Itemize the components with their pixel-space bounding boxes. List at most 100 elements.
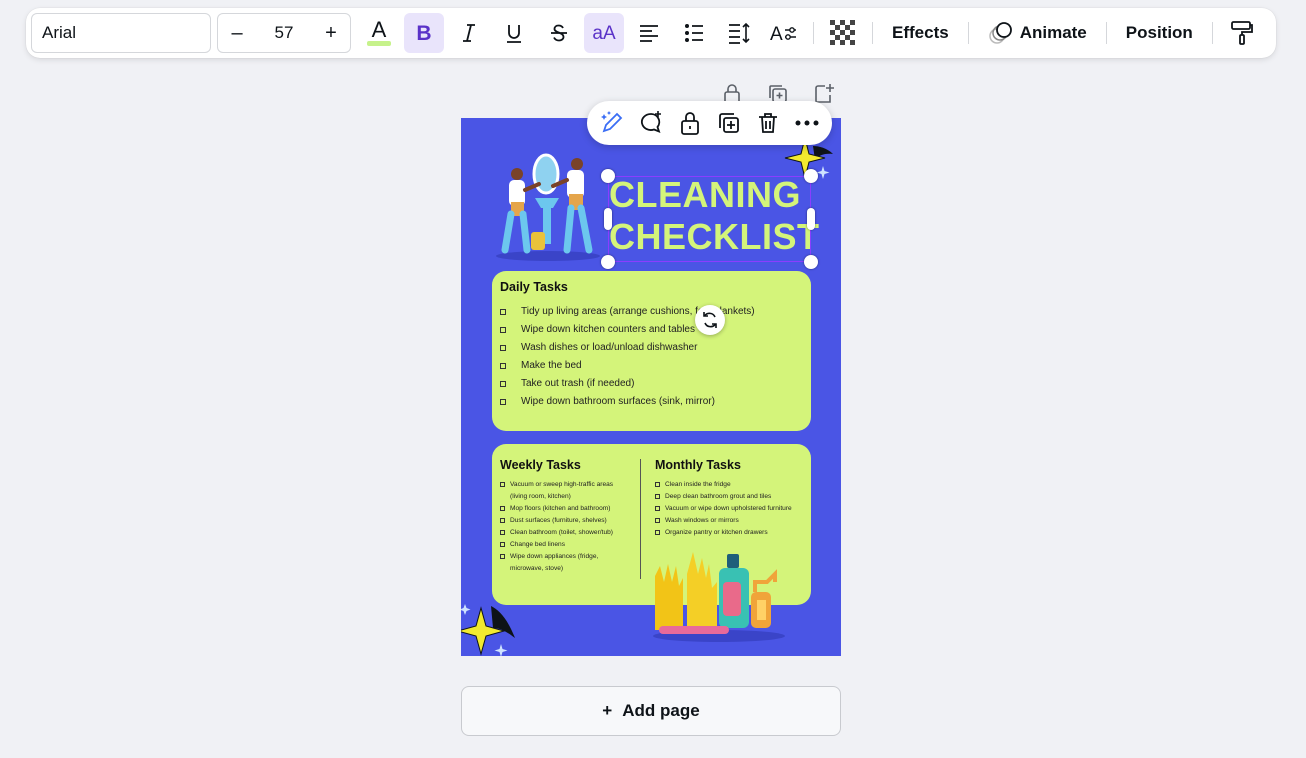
spacing-button[interactable] (719, 13, 759, 53)
list-item: Make the bed (500, 357, 803, 375)
effects-button[interactable]: Effects (882, 13, 959, 53)
animate-button[interactable]: Animate (978, 13, 1097, 53)
toolbar-divider (872, 22, 873, 44)
rotate-handle[interactable] (695, 305, 725, 335)
svg-text:B: B (416, 22, 431, 44)
checkbox-icon (500, 482, 505, 487)
animate-label: Animate (1019, 23, 1087, 42)
rotate-icon (703, 312, 717, 328)
paint-roller-icon (1230, 21, 1253, 45)
strikethrough-icon (551, 24, 567, 42)
font-size-input[interactable]: 57 (275, 23, 294, 43)
list-item: Organize pantry or kitchen drawers (655, 527, 805, 539)
more-options-button[interactable] (793, 109, 821, 137)
position-label: Position (1125, 23, 1193, 42)
add-page-button[interactable]: + Add page (461, 686, 841, 736)
svg-text:A: A (372, 18, 387, 42)
strikethrough-button[interactable] (539, 13, 579, 53)
list-item: Tidy up living areas (arrange cushions, … (500, 303, 803, 321)
transparency-icon (830, 20, 856, 46)
svg-text:A: A (770, 24, 783, 44)
resize-handle-bottom-left[interactable] (601, 255, 615, 269)
magic-edit-button[interactable] (598, 109, 626, 137)
monthly-tasks-heading: Monthly Tasks (655, 458, 741, 472)
daily-tasks-list: Tidy up living areas (arrange cushions, … (500, 303, 803, 411)
resize-handle-right[interactable] (807, 208, 815, 230)
checkbox-icon (500, 327, 506, 333)
align-left-icon (640, 25, 658, 42)
position-button[interactable]: Position (1116, 13, 1203, 53)
italic-icon (463, 24, 475, 42)
resize-handle-bottom-right[interactable] (804, 255, 818, 269)
bold-icon: B (416, 22, 431, 44)
list-item: Clean inside the fridge (655, 479, 805, 491)
list-item: Wipe down kitchen counters and tables (500, 321, 803, 339)
list-item: Wipe down bathroom surfaces (sink, mirro… (500, 393, 803, 411)
duplicate-icon (718, 113, 739, 133)
increase-font-size-button[interactable]: + (322, 22, 340, 45)
checkbox-icon (500, 345, 506, 351)
checkbox-icon (500, 363, 506, 369)
checkbox-icon (500, 554, 505, 559)
duplicate-element-button[interactable] (715, 109, 743, 137)
font-family-value: Arial (42, 23, 77, 42)
title-line-2: CHECKLIST (609, 216, 820, 257)
column-divider (640, 459, 641, 579)
text-settings-button[interactable]: A (764, 13, 804, 53)
text-toolbar: Arial – 57 + A B aA A Effects Animate Po… (26, 8, 1276, 58)
bullet-list-button[interactable] (674, 13, 714, 53)
list-item: Wash windows or mirrors (655, 515, 805, 527)
effects-label: Effects (892, 23, 949, 42)
list-item: Mop floors (kitchen and bathroom) (500, 503, 632, 515)
more-horizontal-icon (795, 120, 819, 126)
checkbox-icon (500, 506, 505, 511)
add-comment-button[interactable] (637, 109, 665, 137)
align-left-button[interactable] (629, 13, 669, 53)
resize-handle-top-right[interactable] (804, 169, 818, 183)
italic-button[interactable] (449, 13, 489, 53)
title-text[interactable]: CLEANING CHECKLIST (609, 174, 820, 258)
sparkle-decoration-bottom (461, 604, 515, 656)
text-settings-icon: A (770, 24, 796, 44)
resize-handle-top-left[interactable] (601, 169, 615, 183)
letter-case-button[interactable]: aA (584, 13, 624, 53)
add-page-label: Add page (622, 701, 700, 720)
cleaning-supplies-illustration (653, 552, 785, 642)
checkbox-icon (655, 494, 660, 499)
font-family-select[interactable]: Arial (31, 13, 211, 53)
list-item: Vacuum or wipe down upholstered furnitur… (655, 503, 805, 515)
list-item: Wipe down appliances (fridge, microwave,… (500, 551, 632, 575)
daily-tasks-card[interactable]: Daily Tasks Tidy up living areas (arrang… (492, 271, 811, 431)
transparency-button[interactable] (823, 13, 863, 53)
letter-case-icon: aA (592, 23, 616, 44)
copy-style-button[interactable] (1222, 13, 1262, 53)
decrease-font-size-button[interactable]: – (228, 22, 246, 45)
list-item: Dust surfaces (furniture, shelves) (500, 515, 632, 527)
plus-icon: + (602, 701, 613, 720)
monthly-tasks-list: Clean inside the fridge Deep clean bathr… (655, 479, 805, 539)
toolbar-divider (1211, 22, 1213, 44)
checkbox-icon (655, 506, 660, 511)
checkbox-icon (655, 518, 660, 523)
design-page[interactable]: CLEANING CHECKLIST Daily Tasks Tidy up l… (461, 118, 841, 656)
delete-element-button[interactable] (754, 109, 782, 137)
list-item: Wash dishes or load/unload dishwasher (500, 339, 803, 357)
list-item: Change bed linens (500, 539, 632, 551)
list-item: Take out trash (if needed) (500, 375, 803, 393)
resize-handle-left[interactable] (604, 208, 612, 230)
weekly-tasks-column: Weekly Tasks Vacuum or sweep high-traffi… (500, 458, 632, 575)
lock-element-button[interactable] (676, 109, 704, 137)
underline-button[interactable] (494, 13, 534, 53)
font-size-stepper: – 57 + (217, 13, 351, 53)
checkbox-icon (500, 542, 505, 547)
checkbox-icon (655, 530, 660, 535)
toolbar-divider (967, 22, 969, 44)
title-line-1: CLEANING (609, 174, 801, 215)
bold-button[interactable]: B (404, 13, 444, 53)
text-color-button[interactable]: A (359, 13, 399, 53)
checkbox-icon (500, 309, 506, 315)
underline-icon (507, 25, 521, 43)
monthly-tasks-column: Monthly Tasks Clean inside the fridge De… (655, 458, 805, 539)
checkbox-icon (500, 518, 505, 523)
line-spacing-icon (729, 22, 750, 44)
